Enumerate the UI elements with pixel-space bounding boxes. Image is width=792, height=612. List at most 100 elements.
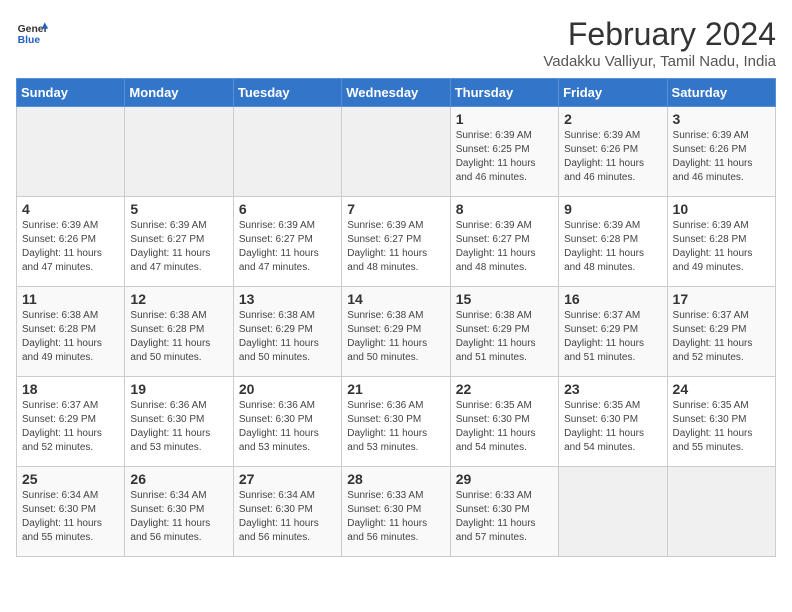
- logo: General Blue: [16, 16, 48, 48]
- month-title: February 2024: [543, 16, 776, 53]
- day-info: Sunrise: 6:35 AM Sunset: 6:30 PM Dayligh…: [673, 399, 770, 455]
- calendar-cell: 12 Sunrise: 6:38 AM Sunset: 6:28 PM Dayli…: [125, 287, 233, 377]
- day-number: 19: [130, 381, 227, 397]
- calendar-cell: 20 Sunrise: 6:36 AM Sunset: 6:30 PM Dayli…: [233, 377, 341, 467]
- day-number: 3: [673, 111, 770, 127]
- calendar-week-row: 18Sunrise: 6:37 AM Sunset: 6:29 PM Dayli…: [17, 377, 776, 467]
- day-info: Sunrise: 6:36 AM Sunset: 6:30 PM Dayligh…: [347, 399, 444, 455]
- calendar-cell: 28 Sunrise: 6:33 AM Sunset: 6:30 PM Dayli…: [342, 467, 450, 557]
- calendar-cell: 6 Sunrise: 6:39 AM Sunset: 6:27 PM Daylig…: [233, 197, 341, 287]
- calendar-cell: 1 Sunrise: 6:39 AM Sunset: 6:25 PM Daylig…: [450, 107, 558, 197]
- day-number: 7: [347, 201, 444, 217]
- weekday-header: Monday: [125, 79, 233, 107]
- calendar-cell: 2Sunrise: 6:39 AM Sunset: 6:26 PM Daylig…: [559, 107, 667, 197]
- day-number: 4: [22, 201, 119, 217]
- day-info: Sunrise: 6:39 AM Sunset: 6:28 PM Dayligh…: [564, 219, 661, 275]
- day-info: Sunrise: 6:37 AM Sunset: 6:29 PM Dayligh…: [673, 309, 770, 365]
- day-number: 6: [239, 201, 336, 217]
- day-number: 14: [347, 291, 444, 307]
- calendar-cell: 25 Sunrise: 6:34 AM Sunset: 6:30 PM Dayli…: [17, 467, 125, 557]
- calendar-cell: [667, 467, 775, 557]
- calendar-week-row: 25 Sunrise: 6:34 AM Sunset: 6:30 PM Dayli…: [17, 467, 776, 557]
- calendar-cell: 17 Sunrise: 6:37 AM Sunset: 6:29 PM Dayli…: [667, 287, 775, 377]
- calendar-cell: [233, 107, 341, 197]
- calendar-cell: 14 Sunrise: 6:38 AM Sunset: 6:29 PM Dayli…: [342, 287, 450, 377]
- day-info: Sunrise: 6:35 AM Sunset: 6:30 PM Dayligh…: [456, 399, 553, 455]
- day-number: 10: [673, 201, 770, 217]
- title-area: February 2024 Vadakku Valliyur, Tamil Na…: [543, 16, 776, 70]
- day-number: 23: [564, 381, 661, 397]
- calendar-cell: [17, 107, 125, 197]
- weekday-header: Thursday: [450, 79, 558, 107]
- day-info: Sunrise: 6:35 AM Sunset: 6:30 PM Dayligh…: [564, 399, 661, 455]
- day-number: 27: [239, 471, 336, 487]
- day-number: 15: [456, 291, 553, 307]
- day-number: 22: [456, 381, 553, 397]
- day-info: Sunrise: 6:39 AM Sunset: 6:27 PM Dayligh…: [239, 219, 336, 275]
- day-number: 21: [347, 381, 444, 397]
- calendar-cell: [559, 467, 667, 557]
- calendar-cell: [125, 107, 233, 197]
- day-info: Sunrise: 6:37 AM Sunset: 6:29 PM Dayligh…: [564, 309, 661, 365]
- day-info: Sunrise: 6:33 AM Sunset: 6:30 PM Dayligh…: [347, 489, 444, 545]
- day-info: Sunrise: 6:39 AM Sunset: 6:27 PM Dayligh…: [130, 219, 227, 275]
- weekday-header: Friday: [559, 79, 667, 107]
- calendar-cell: 26Sunrise: 6:34 AM Sunset: 6:30 PM Dayli…: [125, 467, 233, 557]
- day-number: 29: [456, 471, 553, 487]
- day-number: 2: [564, 111, 661, 127]
- calendar-cell: 21 Sunrise: 6:36 AM Sunset: 6:30 PM Dayli…: [342, 377, 450, 467]
- calendar-week-row: 1 Sunrise: 6:39 AM Sunset: 6:25 PM Daylig…: [17, 107, 776, 197]
- day-number: 20: [239, 381, 336, 397]
- day-info: Sunrise: 6:38 AM Sunset: 6:29 PM Dayligh…: [347, 309, 444, 365]
- calendar-table: SundayMondayTuesdayWednesdayThursdayFrid…: [16, 78, 776, 557]
- day-info: Sunrise: 6:38 AM Sunset: 6:28 PM Dayligh…: [22, 309, 119, 365]
- day-info: Sunrise: 6:34 AM Sunset: 6:30 PM Dayligh…: [22, 489, 119, 545]
- weekday-header: Wednesday: [342, 79, 450, 107]
- day-info: Sunrise: 6:36 AM Sunset: 6:30 PM Dayligh…: [130, 399, 227, 455]
- day-info: Sunrise: 6:39 AM Sunset: 6:27 PM Dayligh…: [347, 219, 444, 275]
- day-info: Sunrise: 6:39 AM Sunset: 6:26 PM Dayligh…: [22, 219, 119, 275]
- weekday-header: Sunday: [17, 79, 125, 107]
- header: General Blue February 2024 Vadakku Valli…: [16, 16, 776, 70]
- calendar-cell: 19 Sunrise: 6:36 AM Sunset: 6:30 PM Dayli…: [125, 377, 233, 467]
- day-number: 28: [347, 471, 444, 487]
- calendar-cell: 13Sunrise: 6:38 AM Sunset: 6:29 PM Dayli…: [233, 287, 341, 377]
- day-number: 17: [673, 291, 770, 307]
- location-title: Vadakku Valliyur, Tamil Nadu, India: [543, 53, 776, 70]
- calendar-cell: 8 Sunrise: 6:39 AM Sunset: 6:27 PM Daylig…: [450, 197, 558, 287]
- weekday-header: Saturday: [667, 79, 775, 107]
- header-row: SundayMondayTuesdayWednesdayThursdayFrid…: [17, 79, 776, 107]
- day-number: 16: [564, 291, 661, 307]
- day-number: 12: [130, 291, 227, 307]
- calendar-cell: 7 Sunrise: 6:39 AM Sunset: 6:27 PM Daylig…: [342, 197, 450, 287]
- day-info: Sunrise: 6:39 AM Sunset: 6:27 PM Dayligh…: [456, 219, 553, 275]
- calendar-cell: 24 Sunrise: 6:35 AM Sunset: 6:30 PM Dayli…: [667, 377, 775, 467]
- day-info: Sunrise: 6:39 AM Sunset: 6:25 PM Dayligh…: [456, 129, 553, 185]
- calendar-cell: 22 Sunrise: 6:35 AM Sunset: 6:30 PM Dayli…: [450, 377, 558, 467]
- svg-text:Blue: Blue: [18, 35, 41, 46]
- calendar-cell: 18Sunrise: 6:37 AM Sunset: 6:29 PM Dayli…: [17, 377, 125, 467]
- calendar-cell: 5Sunrise: 6:39 AM Sunset: 6:27 PM Daylig…: [125, 197, 233, 287]
- day-info: Sunrise: 6:34 AM Sunset: 6:30 PM Dayligh…: [239, 489, 336, 545]
- calendar-cell: 9Sunrise: 6:39 AM Sunset: 6:28 PM Daylig…: [559, 197, 667, 287]
- day-info: Sunrise: 6:37 AM Sunset: 6:29 PM Dayligh…: [22, 399, 119, 455]
- calendar-cell: 27 Sunrise: 6:34 AM Sunset: 6:30 PM Dayli…: [233, 467, 341, 557]
- calendar-cell: 3 Sunrise: 6:39 AM Sunset: 6:26 PM Daylig…: [667, 107, 775, 197]
- calendar-cell: 23 Sunrise: 6:35 AM Sunset: 6:30 PM Dayli…: [559, 377, 667, 467]
- day-number: 1: [456, 111, 553, 127]
- day-number: 25: [22, 471, 119, 487]
- calendar-week-row: 11 Sunrise: 6:38 AM Sunset: 6:28 PM Dayli…: [17, 287, 776, 377]
- day-info: Sunrise: 6:36 AM Sunset: 6:30 PM Dayligh…: [239, 399, 336, 455]
- weekday-header: Tuesday: [233, 79, 341, 107]
- day-info: Sunrise: 6:38 AM Sunset: 6:28 PM Dayligh…: [130, 309, 227, 365]
- day-number: 8: [456, 201, 553, 217]
- day-info: Sunrise: 6:38 AM Sunset: 6:29 PM Dayligh…: [239, 309, 336, 365]
- day-number: 26: [130, 471, 227, 487]
- calendar-cell: 4 Sunrise: 6:39 AM Sunset: 6:26 PM Daylig…: [17, 197, 125, 287]
- day-info: Sunrise: 6:38 AM Sunset: 6:29 PM Dayligh…: [456, 309, 553, 365]
- day-info: Sunrise: 6:33 AM Sunset: 6:30 PM Dayligh…: [456, 489, 553, 545]
- day-number: 24: [673, 381, 770, 397]
- day-info: Sunrise: 6:39 AM Sunset: 6:26 PM Dayligh…: [673, 129, 770, 185]
- day-number: 11: [22, 291, 119, 307]
- calendar-cell: 11 Sunrise: 6:38 AM Sunset: 6:28 PM Dayli…: [17, 287, 125, 377]
